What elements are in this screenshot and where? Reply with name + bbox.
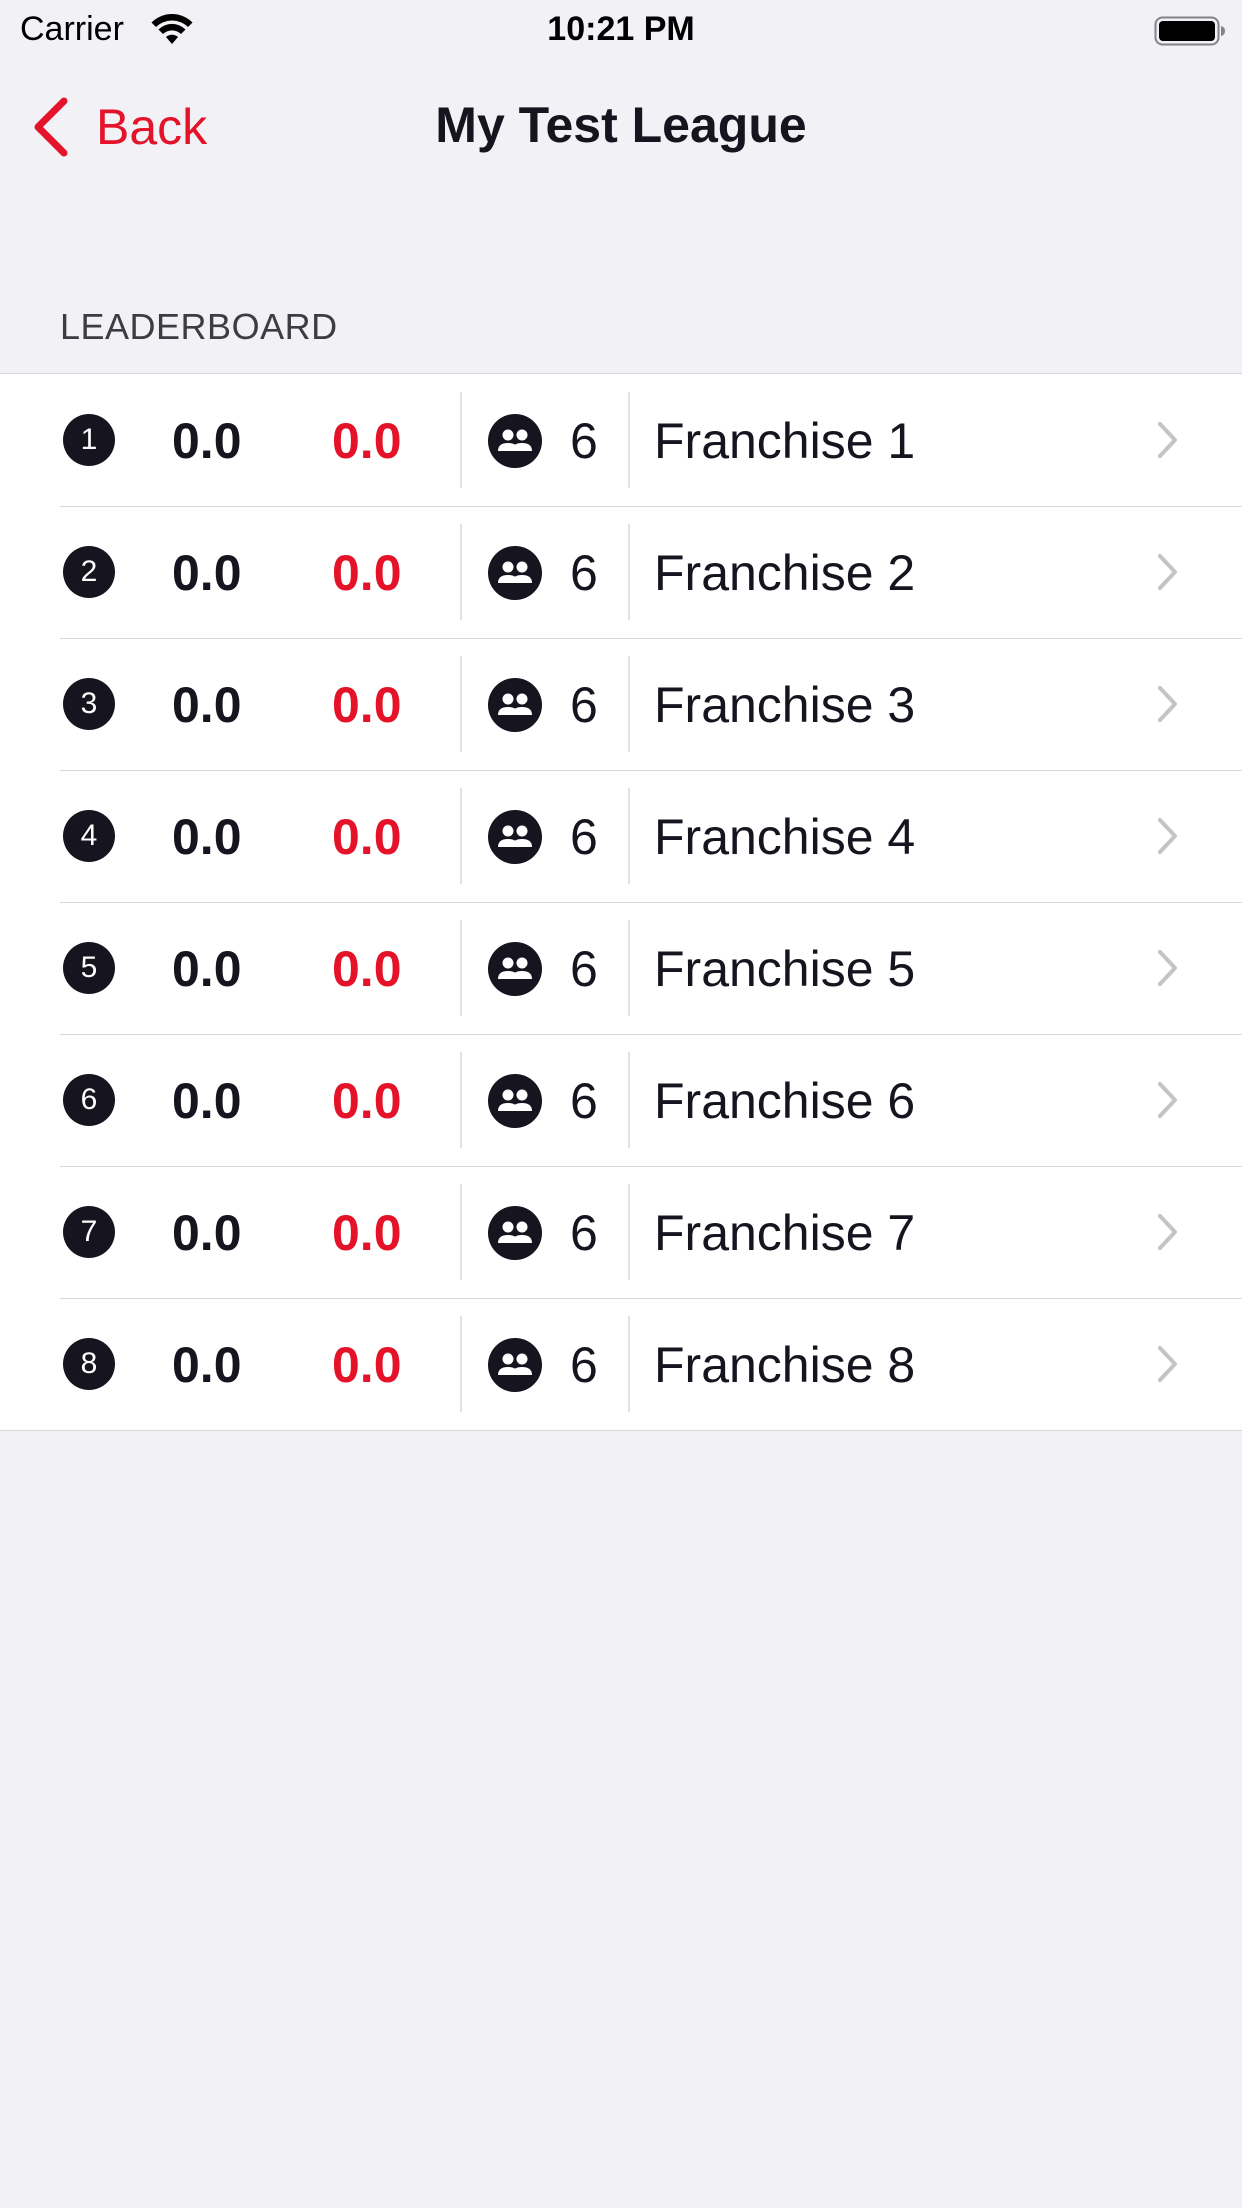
leaderboard-row[interactable]: 5 0.0 0.0 6 Franchise 5 <box>0 902 1242 1034</box>
member-count: 6 <box>570 809 598 865</box>
leaderboard-row[interactable]: 4 0.0 0.0 6 Franchise 4 <box>0 770 1242 902</box>
column-divider <box>628 524 630 620</box>
member-count: 6 <box>570 413 598 469</box>
score-value: 0.0 <box>172 677 242 733</box>
score-value: 0.0 <box>172 413 242 469</box>
leaderboard-row[interactable]: 8 0.0 0.0 6 Franchise 8 <box>0 1298 1242 1430</box>
member-count: 6 <box>570 1205 598 1261</box>
franchise-name: Franchise 6 <box>654 1073 916 1129</box>
franchise-name: Franchise 7 <box>654 1205 916 1261</box>
member-count: 6 <box>570 941 598 997</box>
franchise-name: Franchise 2 <box>654 545 916 601</box>
battery-icon <box>1154 16 1225 46</box>
rank-badge: 7 <box>63 1206 115 1258</box>
column-divider <box>628 1184 630 1280</box>
score-value: 0.0 <box>172 1337 242 1393</box>
leaderboard-row[interactable]: 1 0.0 0.0 6 Franchise 1 <box>0 374 1242 506</box>
column-divider <box>460 788 462 884</box>
leaderboard-row[interactable]: 7 0.0 0.0 6 Franchise 7 <box>0 1166 1242 1298</box>
score-value: 0.0 <box>172 545 242 601</box>
score-secondary-value: 0.0 <box>332 1205 402 1261</box>
rank-badge: 3 <box>63 678 115 730</box>
group-icon <box>488 810 542 864</box>
column-divider <box>628 920 630 1016</box>
member-count: 6 <box>570 1073 598 1129</box>
score-secondary-value: 0.0 <box>332 677 402 733</box>
rank-badge: 1 <box>63 414 115 466</box>
navigation-bar: Back My Test League <box>0 62 1242 190</box>
chevron-right-icon <box>1158 1082 1177 1118</box>
column-divider <box>628 1052 630 1148</box>
column-divider <box>460 524 462 620</box>
rank-badge: 4 <box>63 810 115 862</box>
page-title: My Test League <box>435 97 807 153</box>
column-divider <box>628 392 630 488</box>
leaderboard-list: 1 0.0 0.0 6 Franchise 1 2 0.0 0.0 6 Fran… <box>0 373 1242 1431</box>
group-icon <box>488 414 542 468</box>
leaderboard-row[interactable]: 3 0.0 0.0 6 Franchise 3 <box>0 638 1242 770</box>
status-time: 10:21 PM <box>547 10 695 48</box>
group-icon <box>488 942 542 996</box>
rank-badge: 2 <box>63 546 115 598</box>
score-secondary-value: 0.0 <box>332 941 402 997</box>
chevron-right-icon <box>1158 422 1177 458</box>
leaderboard-row[interactable]: 6 0.0 0.0 6 Franchise 6 <box>0 1034 1242 1166</box>
franchise-name: Franchise 1 <box>654 413 916 469</box>
rank-badge: 5 <box>63 942 115 994</box>
group-icon <box>488 1206 542 1260</box>
leaderboard-row[interactable]: 2 0.0 0.0 6 Franchise 2 <box>0 506 1242 638</box>
group-icon <box>488 546 542 600</box>
group-icon <box>488 678 542 732</box>
column-divider <box>628 656 630 752</box>
column-divider <box>628 788 630 884</box>
group-icon <box>488 1338 542 1392</box>
column-divider <box>460 656 462 752</box>
column-divider <box>460 1316 462 1412</box>
score-value: 0.0 <box>172 941 242 997</box>
franchise-name: Franchise 5 <box>654 941 916 997</box>
rank-badge: 8 <box>63 1338 115 1390</box>
score-secondary-value: 0.0 <box>332 809 402 865</box>
chevron-right-icon <box>1158 554 1177 590</box>
member-count: 6 <box>570 1337 598 1393</box>
score-secondary-value: 0.0 <box>332 1337 402 1393</box>
score-value: 0.0 <box>172 1073 242 1129</box>
column-divider <box>460 920 462 1016</box>
chevron-right-icon <box>1158 686 1177 722</box>
franchise-name: Franchise 8 <box>654 1337 916 1393</box>
rank-badge: 6 <box>63 1074 115 1126</box>
member-count: 6 <box>570 677 598 733</box>
column-divider <box>460 392 462 488</box>
franchise-name: Franchise 3 <box>654 677 916 733</box>
column-divider <box>460 1052 462 1148</box>
member-count: 6 <box>570 545 598 601</box>
chevron-right-icon <box>1158 1346 1177 1382</box>
column-divider <box>628 1316 630 1412</box>
section-header: LEADERBOARD <box>60 306 338 347</box>
chevron-right-icon <box>1158 950 1177 986</box>
score-value: 0.0 <box>172 809 242 865</box>
score-value: 0.0 <box>172 1205 242 1261</box>
score-secondary-value: 0.0 <box>332 545 402 601</box>
column-divider <box>460 1184 462 1280</box>
chevron-right-icon <box>1158 1214 1177 1250</box>
franchise-name: Franchise 4 <box>654 809 916 865</box>
score-secondary-value: 0.0 <box>332 413 402 469</box>
group-icon <box>488 1074 542 1128</box>
chevron-right-icon <box>1158 818 1177 854</box>
status-bar: Carrier 10:21 PM <box>0 0 1242 62</box>
score-secondary-value: 0.0 <box>332 1073 402 1129</box>
